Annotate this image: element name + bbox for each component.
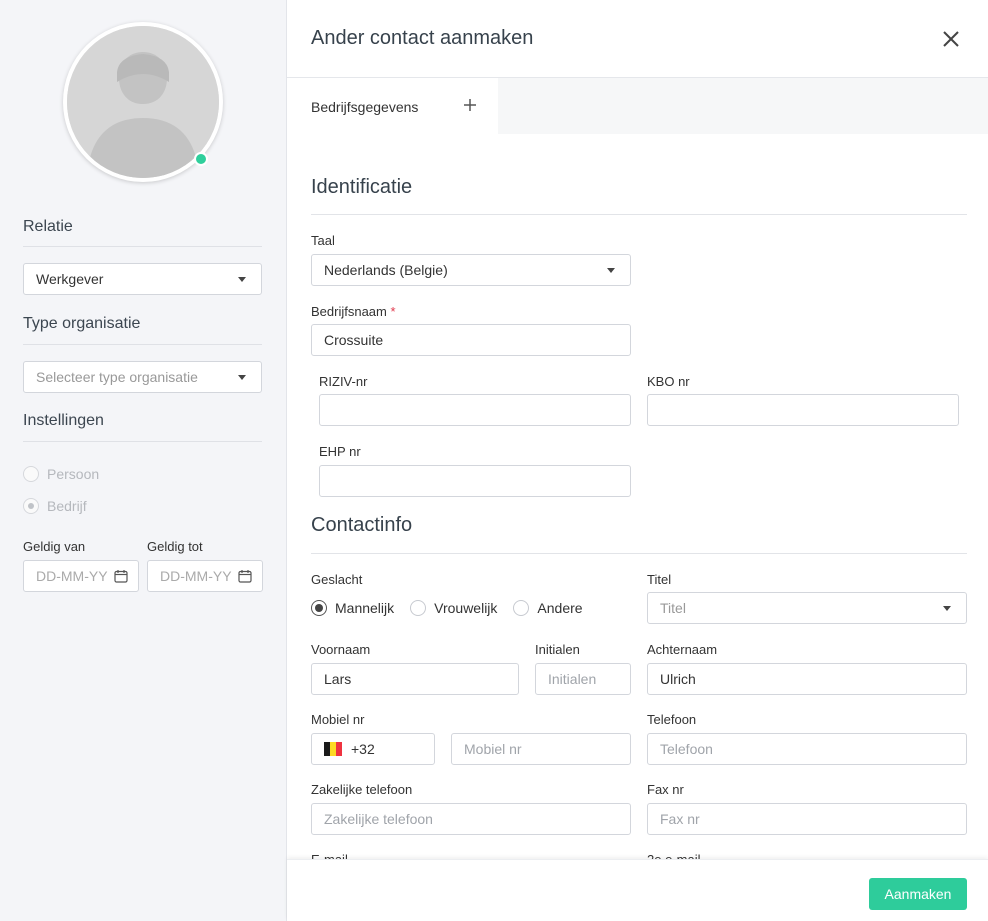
caret-down-icon [607, 268, 615, 273]
gender-option-label: Vrouwelijk [434, 600, 498, 616]
tab-bar: Bedrijfsgegevens [287, 78, 988, 134]
settings-heading: Instellingen [23, 412, 104, 429]
gender-radio-male[interactable] [311, 600, 327, 616]
fax-placeholder: Fax nr [660, 811, 700, 827]
lastname-label: Achternaam [647, 642, 718, 657]
riziv-label: RIZIV-nr [319, 374, 368, 389]
valid-from-input[interactable]: DD-MM-YY [23, 560, 139, 592]
title-select-placeholder: Titel [660, 600, 686, 616]
caret-down-icon [238, 277, 246, 282]
firstname-value: Lars [324, 671, 352, 687]
fax-label: Fax nr [647, 782, 684, 797]
gender-option-female[interactable]: Vrouwelijk [410, 600, 497, 616]
sidebar: Relatie Werkgever Type organisatie Selec… [0, 0, 287, 921]
org-type-select[interactable]: Selecteer type organisatie [23, 361, 262, 393]
online-status-indicator [194, 152, 208, 166]
company-name-value: Crossuite [324, 332, 384, 348]
gender-radio-female[interactable] [410, 600, 427, 616]
phone-placeholder: Telefoon [660, 741, 713, 757]
create-button[interactable]: Aanmaken [869, 878, 967, 910]
radio-company-label: Bedrijf [47, 498, 87, 514]
mobile-placeholder: Mobiel nr [464, 741, 522, 757]
radio-company[interactable] [23, 498, 39, 514]
valid-to-placeholder: DD-MM-YY [160, 568, 232, 584]
country-code-value: +32 [351, 741, 375, 757]
gender-option-label: Andere [537, 600, 583, 616]
mobile-label: Mobiel nr [311, 712, 365, 727]
ehp-label: EHP nr [319, 444, 361, 459]
fax-input[interactable]: Fax nr [647, 803, 967, 835]
kbo-label: KBO nr [647, 374, 690, 389]
panel-footer: Aanmaken [287, 859, 988, 921]
belgium-flag-icon [324, 742, 342, 756]
close-icon[interactable] [940, 28, 962, 50]
gender-option-label: Mannelijk [335, 600, 395, 616]
contact-info-title: Contactinfo [311, 514, 413, 536]
firstname-label: Voornaam [311, 642, 371, 657]
initials-input[interactable]: Initialen [535, 663, 631, 695]
radio-person-label: Persoon [47, 466, 100, 482]
required-marker: * [390, 304, 396, 319]
divider [23, 246, 262, 247]
gender-option-male[interactable]: Mannelijk [311, 600, 394, 616]
radio-person-option[interactable]: Persoon [23, 466, 99, 482]
ehp-input[interactable] [319, 465, 631, 497]
company-name-input[interactable]: Crossuite [311, 324, 631, 356]
create-contact-panel: Ander contact aanmaken Bedrijfsgegevens … [287, 0, 988, 921]
phone-input[interactable]: Telefoon [647, 733, 967, 765]
gender-radio-other[interactable] [513, 600, 530, 616]
divider [311, 214, 967, 215]
language-select[interactable]: Nederlands (Belgie) [311, 254, 631, 286]
valid-from-placeholder: DD-MM-YY [36, 568, 108, 584]
riziv-input[interactable] [319, 394, 631, 426]
lastname-value: Ulrich [660, 671, 696, 687]
divider [311, 553, 967, 554]
gender-radio-group: Mannelijk Vrouwelijk Andere [311, 600, 599, 616]
identification-title: Identificatie [311, 176, 413, 198]
title-select[interactable]: Titel [647, 592, 967, 624]
language-select-value: Nederlands (Belgie) [324, 262, 448, 278]
caret-down-icon [238, 375, 246, 380]
mobile-input[interactable]: Mobiel nr [451, 733, 631, 765]
lastname-input[interactable]: Ulrich [647, 663, 967, 695]
tab-label: Bedrijfsgegevens [311, 99, 419, 115]
caret-down-icon [943, 606, 951, 611]
calendar-icon[interactable] [238, 569, 252, 583]
org-type-heading: Type organisatie [23, 315, 141, 332]
gender-option-other[interactable]: Andere [513, 600, 583, 616]
kbo-input[interactable] [647, 394, 959, 426]
radio-person[interactable] [23, 466, 39, 482]
valid-to-input[interactable]: DD-MM-YY [147, 560, 263, 592]
relation-select[interactable]: Werkgever [23, 263, 262, 295]
valid-to-label: Geldig tot [147, 539, 203, 554]
country-code-select[interactable]: +32 [311, 733, 435, 765]
firstname-input[interactable]: Lars [311, 663, 519, 695]
business-phone-label: Zakelijke telefoon [311, 782, 413, 797]
relation-select-value: Werkgever [36, 271, 104, 287]
divider [23, 441, 262, 442]
title-label: Titel [647, 572, 672, 587]
initials-placeholder: Initialen [548, 671, 597, 687]
radio-company-option[interactable]: Bedrijf [23, 498, 87, 514]
business-phone-input[interactable]: Zakelijke telefoon [311, 803, 631, 835]
company-name-label-text: Bedrijfsnaam [311, 304, 387, 319]
divider [23, 344, 262, 345]
business-phone-placeholder: Zakelijke telefoon [324, 811, 433, 827]
relation-heading: Relatie [23, 218, 73, 235]
language-label: Taal [311, 233, 335, 248]
plus-icon[interactable] [462, 97, 478, 113]
gender-label: Geslacht [311, 572, 363, 587]
page-title: Ander contact aanmaken [311, 27, 534, 49]
valid-from-label: Geldig van [23, 539, 86, 554]
initials-label: Initialen [535, 642, 580, 657]
panel-header: Ander contact aanmaken [287, 0, 988, 78]
phone-label: Telefoon [647, 712, 697, 727]
calendar-icon[interactable] [114, 569, 128, 583]
avatar[interactable] [63, 22, 223, 182]
tab-bedrijfsgegevens[interactable]: Bedrijfsgegevens [287, 78, 498, 134]
org-type-select-placeholder: Selecteer type organisatie [36, 369, 198, 385]
company-name-label: Bedrijfsnaam * [311, 304, 396, 319]
